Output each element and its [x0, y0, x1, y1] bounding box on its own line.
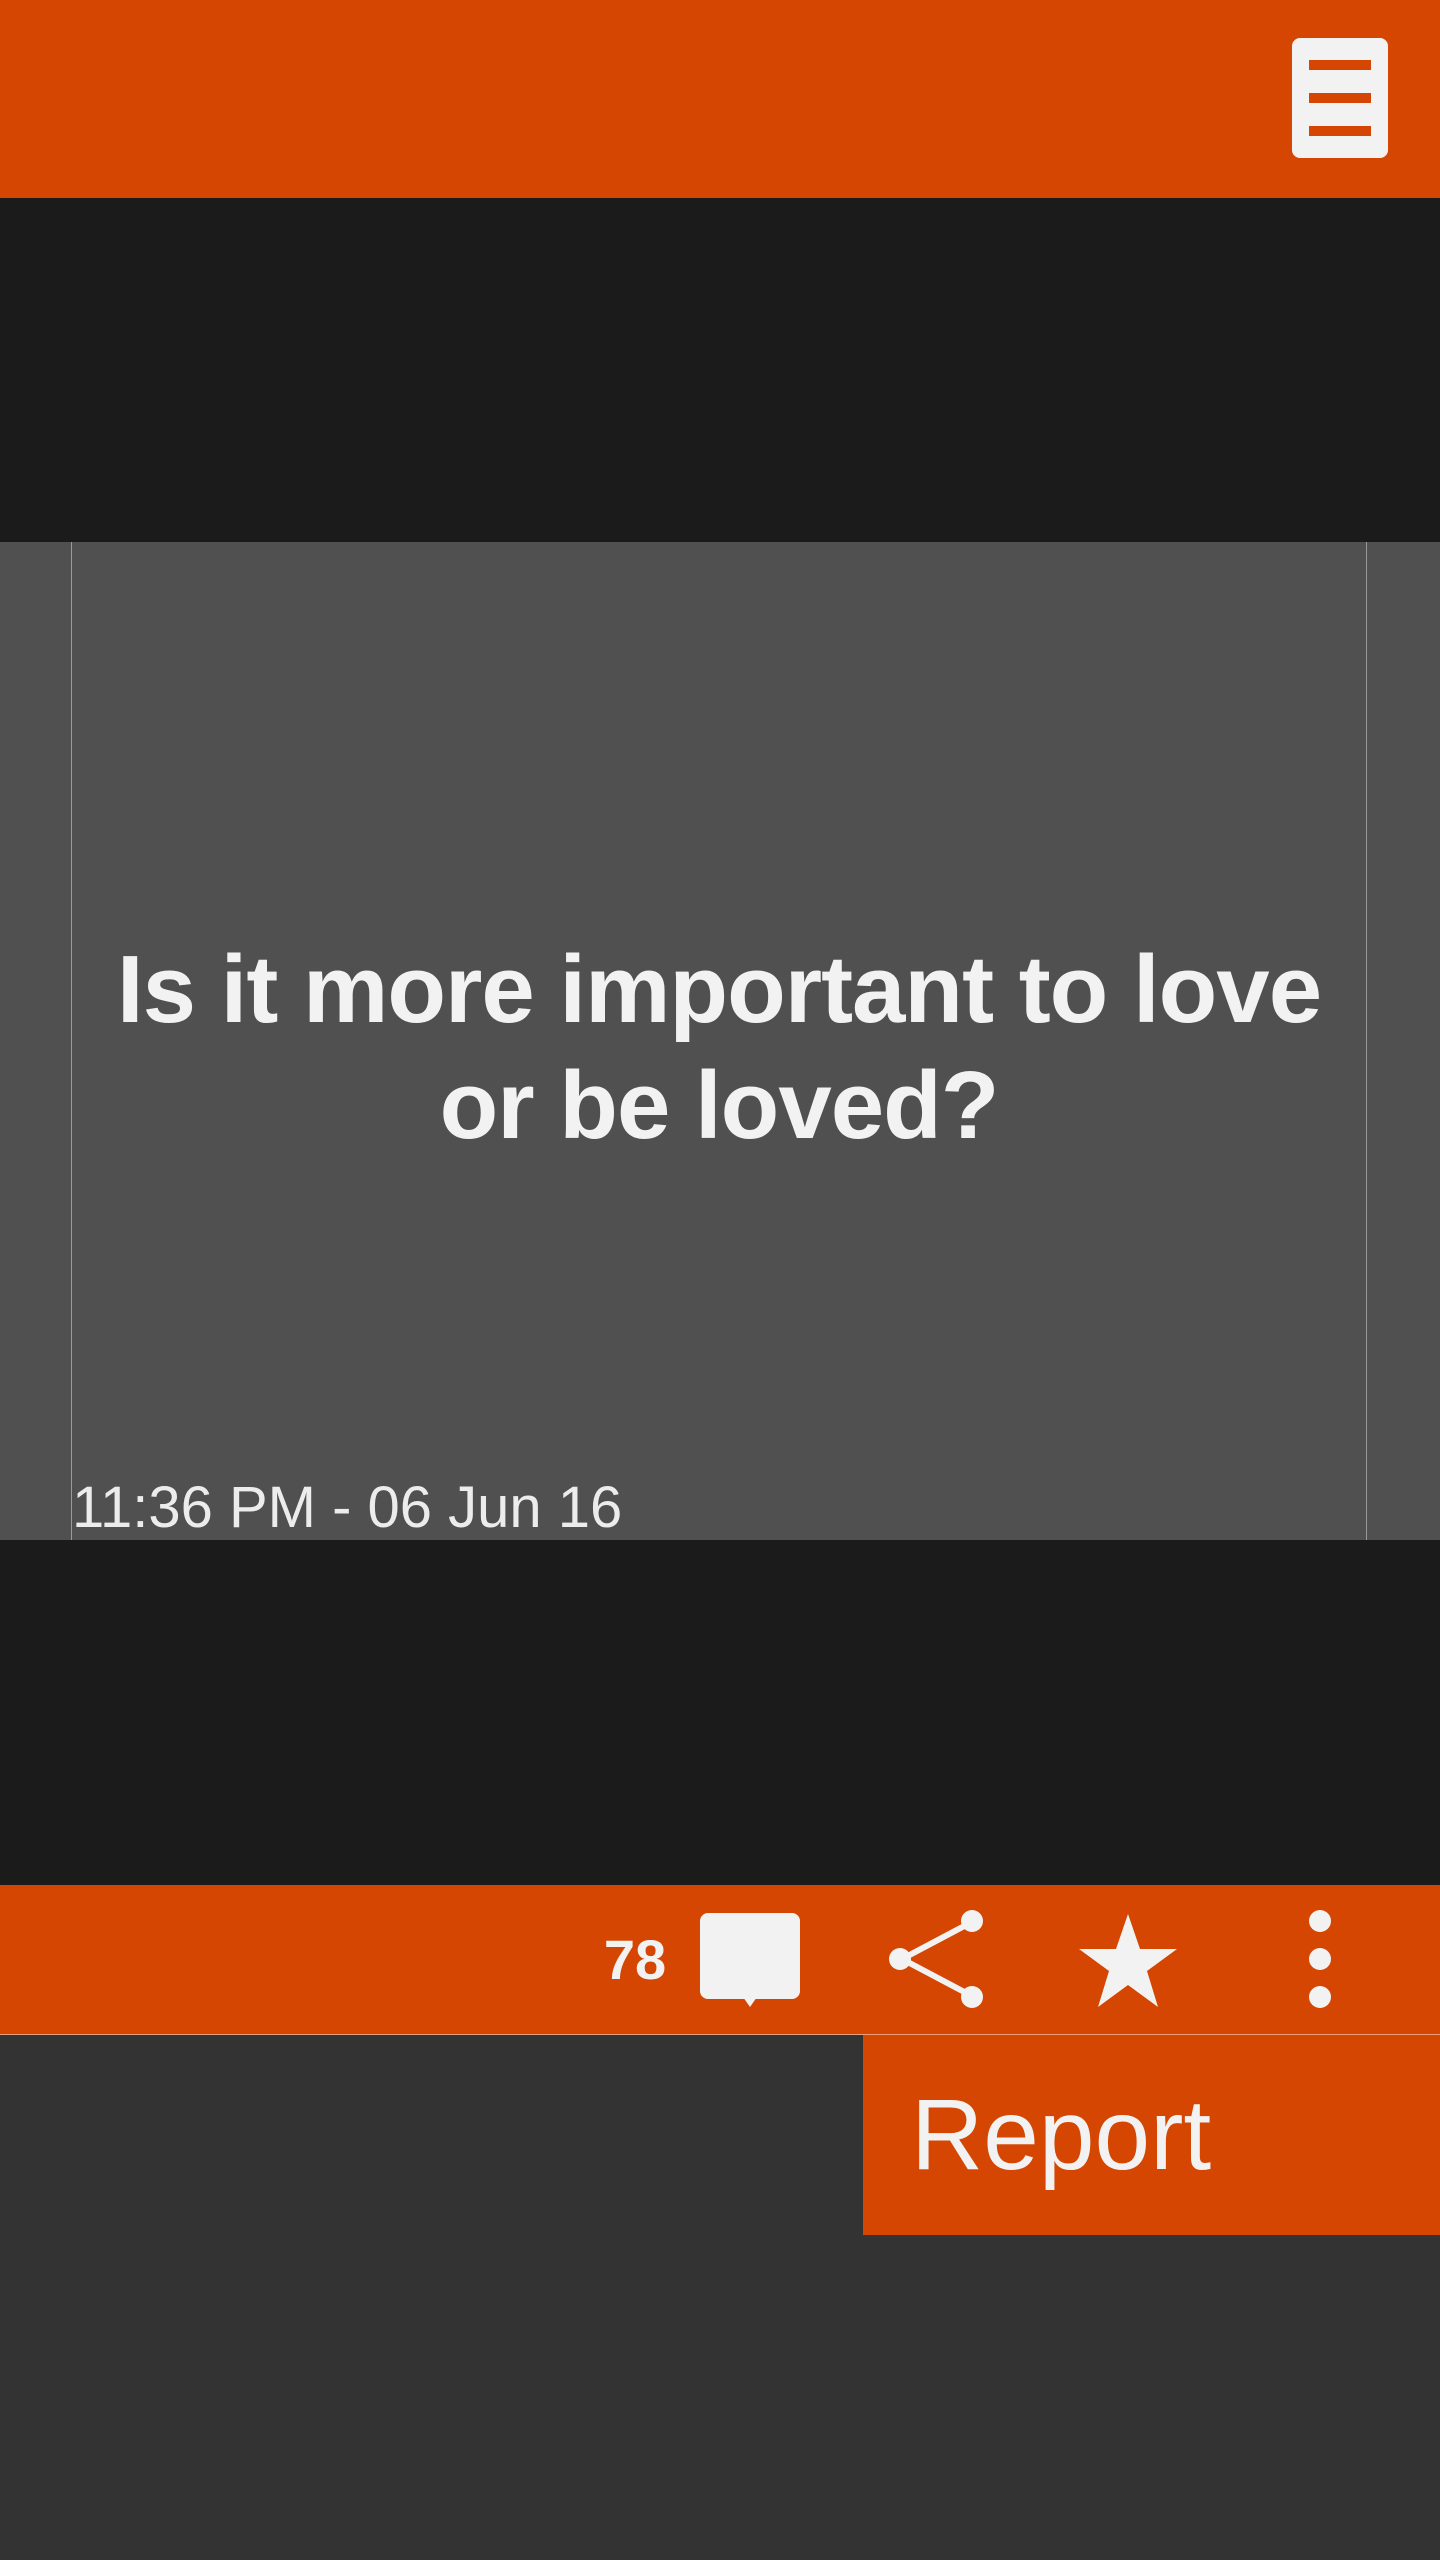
bottom-dark-band — [0, 1540, 1440, 1885]
comment-count: 78 — [603, 1928, 667, 1991]
overflow-menu: Report — [863, 2035, 1440, 2235]
question-card-frame: Is it more important to love or be loved… — [71, 542, 1367, 1540]
question-card[interactable]: Is it more important to love or be loved… — [0, 542, 1440, 1540]
post-timestamp: 11:36 PM - 06 Jun 16 — [72, 1475, 623, 1540]
top-dark-band — [0, 198, 1440, 542]
action-bar: 78 — [0, 1885, 1440, 2035]
report-menu-item[interactable]: Report — [911, 2035, 1211, 2235]
app-bar — [0, 0, 1440, 198]
star-icon[interactable] — [1073, 1909, 1183, 2019]
share-icon[interactable] — [880, 1909, 990, 2019]
comment-bubble-icon[interactable] — [695, 1909, 805, 2019]
more-vertical-icon[interactable] — [1265, 1909, 1375, 2019]
hamburger-menu-icon[interactable] — [1292, 38, 1388, 158]
question-text: Is it more important to love or be loved… — [116, 936, 1322, 1159]
